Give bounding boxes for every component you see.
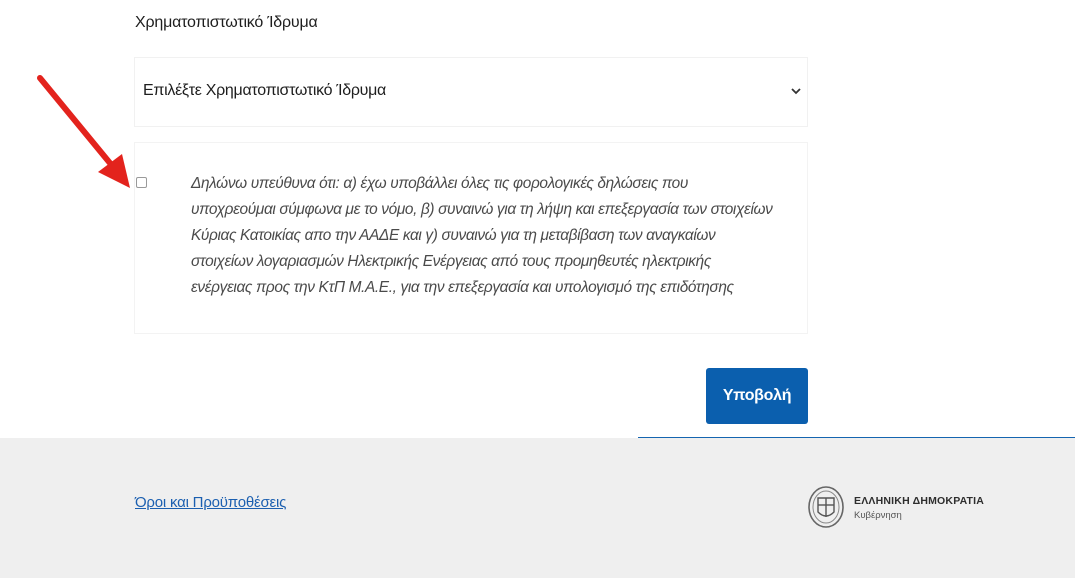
declaration-line: υποχρεούμαι σύμφωνα με το νόμο, β) συναι…	[191, 201, 773, 218]
bank-select-value: Επιλέξτε Χρηματοπιστωτικό Ίδρυμα	[143, 82, 386, 99]
greek-emblem-icon	[808, 486, 844, 528]
chevron-down-icon	[791, 88, 801, 95]
declaration-line: Κύριας Κατοικίας απο την ΑΑΔΕ και γ) συν…	[191, 227, 716, 244]
bank-select[interactable]: Επιλέξτε Χρηματοπιστωτικό Ίδρυμα	[135, 58, 807, 126]
gov-title: ΕΛΛΗΝΙΚΗ ΔΗΜΟΚΡΑΤΙΑ	[854, 495, 985, 507]
terms-link[interactable]: Όροι και Προϋποθέσεις	[135, 494, 286, 511]
declaration-checkbox[interactable]	[136, 177, 147, 188]
declaration-line: Δηλώνω υπεύθυνα ότι: α) έχω υποβάλλει όλ…	[191, 175, 688, 192]
gov-logo[interactable]: ΕΛΛΗΝΙΚΗ ΔΗΜΟΚΡΑΤΙΑ Κυβέρνηση	[806, 484, 1075, 534]
red-arrow-pointer-icon	[37, 75, 130, 188]
gov-subtitle: Κυβέρνηση	[854, 510, 902, 521]
declaration-line: ενέργειας προς την ΚτΠ Μ.Α.Ε., για την ε…	[191, 279, 734, 296]
submit-button[interactable]: Υποβολή	[706, 368, 808, 424]
declaration-line: στοιχείων λογαριασμών Ηλεκτρικής Ενέργει…	[191, 253, 711, 270]
declaration-text: Δηλώνω υπεύθυνα ότι: α) έχω υποβάλλει όλ…	[191, 171, 813, 301]
bank-field-label: Χρηματοπιστωτικό Ίδρυμα	[135, 14, 318, 31]
declaration-section: Δηλώνω υπεύθυνα ότι: α) έχω υποβάλλει όλ…	[135, 143, 807, 333]
footer: Όροι και Προϋποθέσεις ΕΛΛΗΝΙΚΗ ΔΗΜΟΚΡΑΤΙ…	[0, 438, 1075, 578]
